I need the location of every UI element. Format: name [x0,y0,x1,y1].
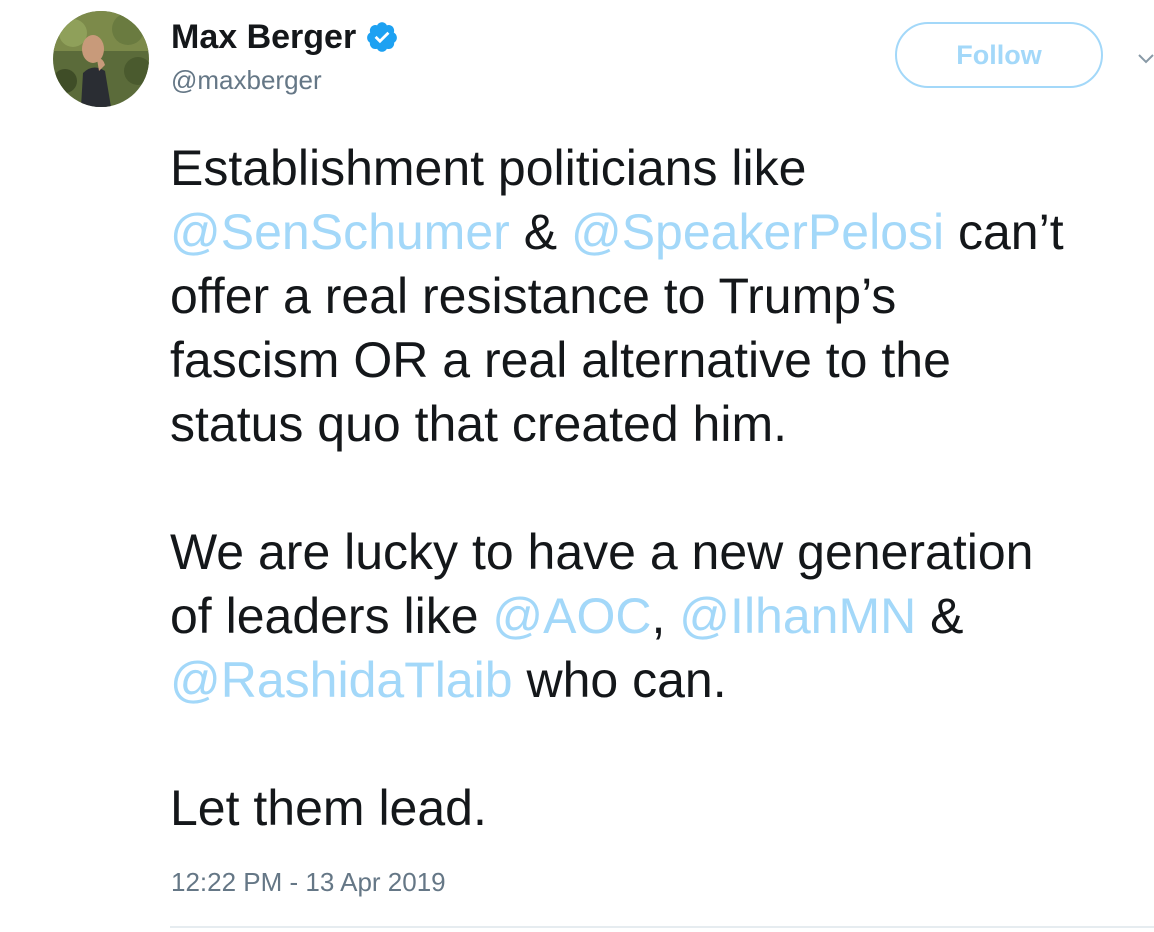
author-display-name[interactable]: Max Berger [171,15,356,59]
tweet-text-segment: offer a real resistance to Trump’s [170,268,897,324]
tweet-text-segment: & [916,588,964,644]
tweet-text-segment: can’t [944,204,1064,260]
tweet-timestamp[interactable]: 12:22 PM - 13 Apr 2019 [171,864,446,900]
tweet-line: fascism OR a real alternative to the [170,328,1154,392]
tweet-text-segment: of leaders like [170,588,493,644]
avatar[interactable] [53,11,149,107]
tweet-text-segment: who can. [512,652,727,708]
follow-button[interactable]: Follow [895,22,1103,88]
tweet-line: Let them lead. [170,776,1154,840]
mention-link[interactable]: @SpeakerPelosi [571,204,944,260]
author-handle[interactable]: @maxberger [171,62,322,98]
tweet-line: of leaders like @AOC, @IlhanMN & [170,584,1154,648]
tweet-text-segment: fascism OR a real alternative to the [170,332,951,388]
tweet-line: Establishment politicians like [170,136,1154,200]
tweet-text-segment: status quo that created him. [170,396,788,452]
tweet-line: status quo that created him. [170,392,1154,456]
author-display-name-row: Max Berger [171,15,399,59]
mention-link[interactable]: @AOC [492,588,651,644]
divider [170,926,1154,928]
mention-link[interactable]: @IlhanMN [679,588,916,644]
profile-photo [53,11,149,107]
tweet-text-segment: Establishment politicians like [170,140,807,196]
mention-link[interactable]: @SenSchumer [170,204,510,260]
tweet-text-segment: Let them lead. [170,780,487,836]
chevron-down-icon[interactable] [1138,52,1154,66]
tweet-text: Establishment politicians like @SenSchum… [170,136,1154,840]
tweet-line: @RashidaTlaib who can. [170,648,1154,712]
tweet-text-segment: , [651,588,680,644]
tweet-line: We are lucky to have a new generation [170,520,1154,584]
verified-badge-icon [365,20,399,54]
tweet-text-segment: & [509,204,571,260]
tweet-text-segment: We are lucky to have a new generation [170,524,1034,580]
tweet-line: offer a real resistance to Trump’s [170,264,1154,328]
tweet-line: @SenSchumer & @SpeakerPelosi can’t [170,200,1154,264]
mention-link[interactable]: @RashidaTlaib [170,652,513,708]
